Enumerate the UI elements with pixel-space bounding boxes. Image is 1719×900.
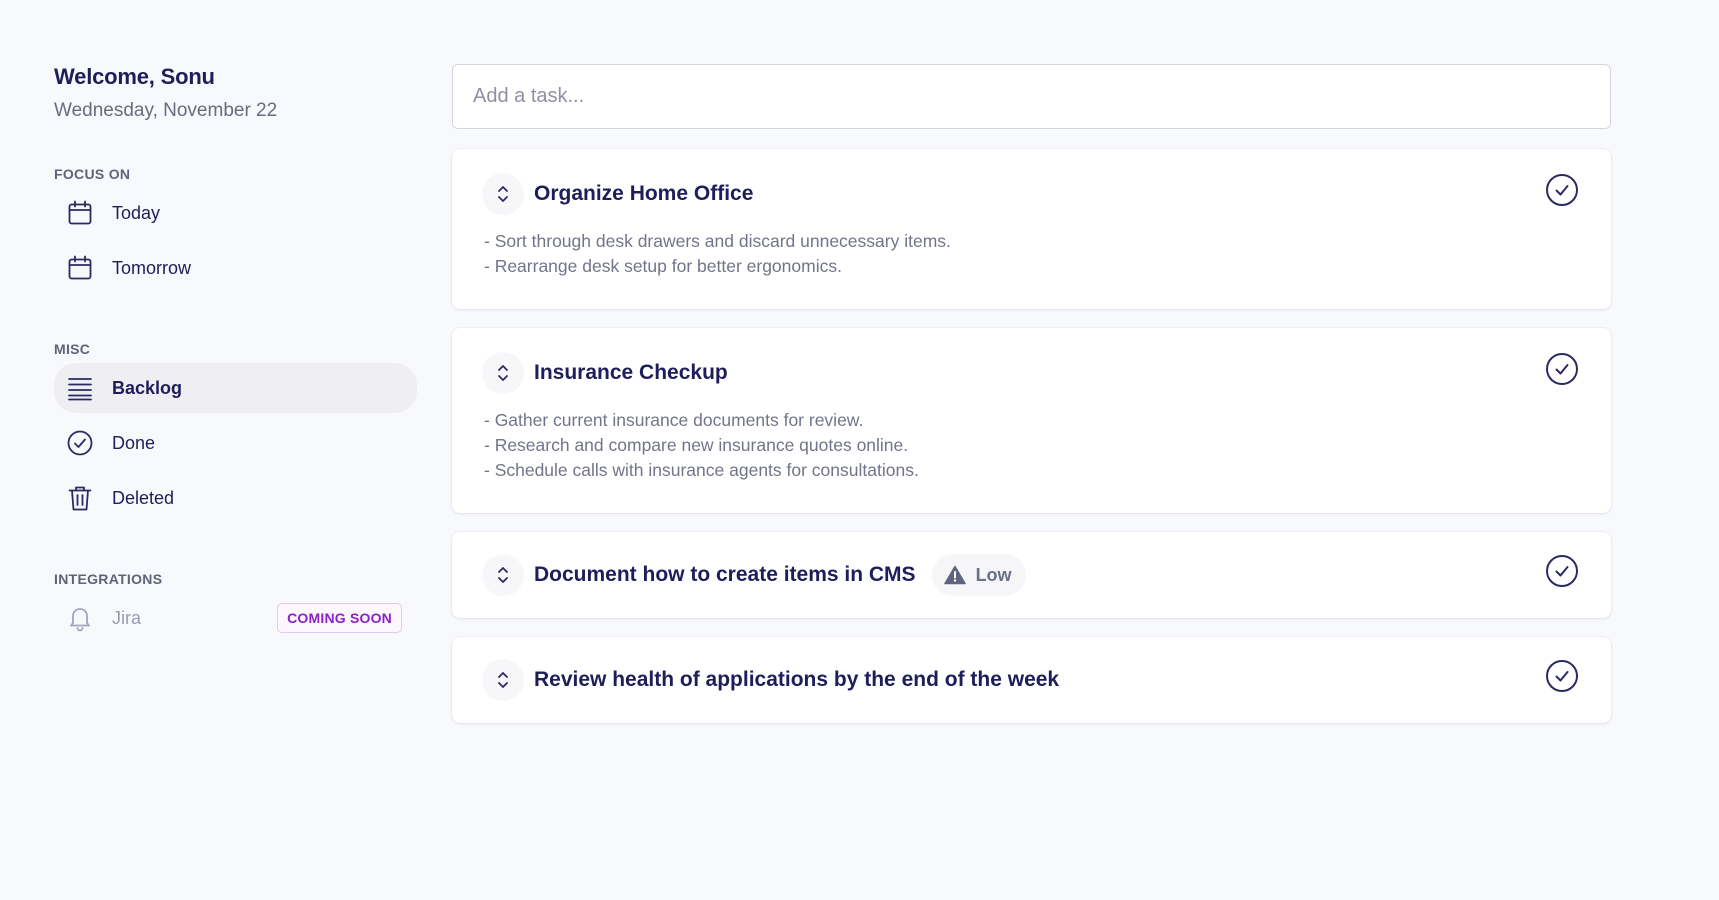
complete-task-icon[interactable] bbox=[1545, 352, 1579, 386]
reorder-button[interactable] bbox=[482, 173, 524, 215]
complete-task-icon[interactable] bbox=[1545, 659, 1579, 693]
sidebar-item-deleted[interactable]: Deleted bbox=[54, 473, 417, 523]
sidebar-item-done[interactable]: Done bbox=[54, 418, 417, 468]
complete-task-icon[interactable] bbox=[1545, 173, 1579, 207]
reorder-button[interactable] bbox=[482, 554, 524, 596]
sidebar-item-label: Tomorrow bbox=[112, 257, 192, 278]
focus-section-label: FOCUS ON bbox=[54, 166, 131, 182]
task-card: Organize Home Office - Sort through desk… bbox=[452, 149, 1611, 309]
sidebar-item-label: Done bbox=[112, 432, 156, 453]
sidebar: Welcome, Sonu Wednesday, November 22 FOC… bbox=[54, 64, 417, 643]
sidebar-item-label: Deleted bbox=[112, 487, 175, 508]
reorder-button[interactable] bbox=[482, 659, 524, 701]
task-list: Organize Home Office - Sort through desk… bbox=[452, 149, 1611, 723]
task-title[interactable]: Document how to create items in CMS bbox=[534, 563, 916, 587]
task-description-line: - Schedule calls with insurance agents f… bbox=[484, 460, 919, 480]
chevron-up-down-icon bbox=[498, 672, 508, 688]
task-description-line: - Sort through desk drawers and discard … bbox=[484, 231, 951, 251]
calendar-icon bbox=[66, 254, 94, 282]
sidebar-item-backlog[interactable]: Backlog bbox=[54, 363, 417, 413]
trash-icon bbox=[66, 484, 94, 512]
sidebar-item-label: Today bbox=[112, 202, 161, 223]
sidebar-item-today[interactable]: Today bbox=[54, 188, 417, 238]
task-title[interactable]: Review health of applications by the end… bbox=[534, 668, 1059, 692]
misc-section-label: MISC bbox=[54, 341, 91, 357]
welcome-heading: Welcome, Sonu bbox=[54, 64, 215, 89]
task-title[interactable]: Insurance Checkup bbox=[534, 361, 728, 385]
sidebar-item-tomorrow[interactable]: Tomorrow bbox=[54, 243, 417, 293]
chevron-up-down-icon bbox=[498, 567, 508, 583]
task-card: Review health of applications by the end… bbox=[452, 637, 1611, 723]
priority-badge[interactable]: Low bbox=[931, 554, 1026, 596]
check-circle-icon bbox=[66, 429, 94, 457]
priority-label: Low bbox=[975, 564, 1012, 585]
coming-soon-badge: COMING SOON bbox=[277, 603, 402, 633]
task-description-line: - Rearrange desk setup for better ergono… bbox=[484, 256, 842, 276]
add-task-input[interactable] bbox=[452, 64, 1611, 129]
integrations-nav: Jira COMING SOON bbox=[54, 593, 417, 643]
integration-label: Jira bbox=[112, 607, 142, 628]
task-description-line: - Gather current insurance documents for… bbox=[484, 410, 864, 430]
sidebar-item-label: Backlog bbox=[112, 377, 183, 398]
chevron-up-down-icon bbox=[498, 186, 508, 202]
integration-jira: Jira COMING SOON bbox=[54, 593, 417, 643]
misc-nav: Backlog Done Deleted bbox=[54, 363, 417, 523]
main-content: Organize Home Office - Sort through desk… bbox=[452, 64, 1611, 723]
chevron-up-down-icon bbox=[498, 365, 508, 381]
focus-nav: Today Tomorrow bbox=[54, 188, 417, 293]
task-card: Insurance Checkup - Gather current insur… bbox=[452, 328, 1611, 513]
integrations-section-label: INTEGRATIONS bbox=[54, 571, 163, 587]
task-description: - Sort through desk drawers and discard … bbox=[482, 229, 1581, 279]
list-icon bbox=[66, 374, 94, 402]
warning-icon bbox=[943, 565, 966, 585]
calendar-icon bbox=[66, 199, 94, 227]
bell-icon bbox=[66, 604, 94, 632]
task-card: Document how to create items in CMS Low bbox=[452, 532, 1611, 618]
complete-task-icon[interactable] bbox=[1545, 554, 1579, 588]
reorder-button[interactable] bbox=[482, 352, 524, 394]
current-date: Wednesday, November 22 bbox=[54, 100, 278, 121]
task-title[interactable]: Organize Home Office bbox=[534, 182, 753, 206]
task-description-line: - Research and compare new insurance quo… bbox=[484, 435, 909, 455]
task-description: - Gather current insurance documents for… bbox=[482, 408, 1581, 483]
